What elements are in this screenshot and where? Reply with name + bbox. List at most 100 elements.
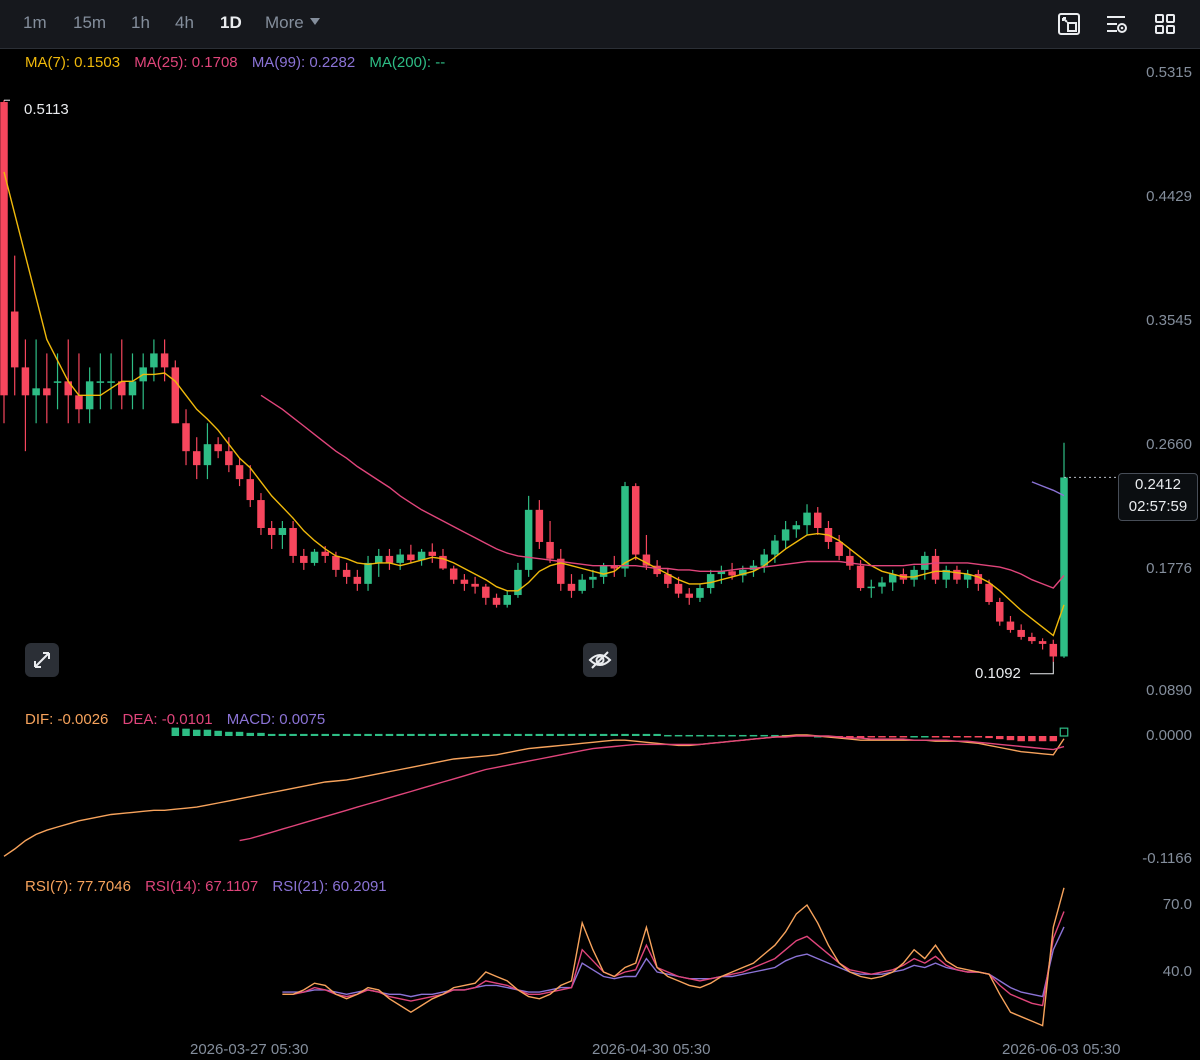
macd-histogram-bar	[439, 733, 447, 736]
macd-histogram-bar	[492, 733, 501, 736]
macd-histogram-bar	[557, 733, 565, 736]
dif-line	[3, 734, 1065, 857]
candle-body	[171, 367, 180, 424]
rsi-axis-tick: 40.0	[1162, 963, 1192, 980]
macd-histogram-bar	[653, 733, 661, 736]
macd-histogram-bar	[278, 733, 287, 736]
more-timeframes-dropdown[interactable]: More	[265, 13, 320, 33]
candle-body	[43, 388, 51, 396]
candle-body	[96, 381, 105, 383]
candle-body	[321, 551, 329, 556]
candle-body	[449, 568, 458, 580]
eye-off-icon	[588, 651, 612, 669]
macd-histogram-bar	[546, 733, 554, 736]
macd-histogram-bar	[332, 733, 340, 736]
low-marker-line	[1030, 661, 1054, 675]
macd-histogram-bar	[1049, 736, 1058, 742]
macd-histogram-bar	[760, 734, 768, 737]
candle-body	[385, 555, 394, 563]
chart-canvas[interactable]	[0, 48, 1120, 1048]
candle-body	[781, 529, 790, 541]
candle-body	[1028, 636, 1036, 642]
timeframe-4h[interactable]: 4h	[175, 13, 194, 33]
candle-body	[728, 571, 736, 576]
candle-body	[75, 395, 83, 410]
macd-histogram-bar	[674, 734, 683, 737]
macd-histogram-bar	[578, 733, 586, 736]
macd-histogram-bar	[631, 733, 640, 736]
fullscreen-icon[interactable]	[1057, 12, 1081, 36]
current-price-tag: 0.2412 02:57:59	[1118, 473, 1198, 521]
candle-body	[21, 367, 30, 396]
macd-histogram-bar	[963, 736, 972, 738]
expand-chart-button[interactable]	[25, 643, 59, 677]
indicator-settings-icon[interactable]	[1105, 12, 1129, 36]
macd-histogram-bar	[428, 733, 437, 736]
layout-grid-icon[interactable]	[1153, 12, 1177, 36]
macd-histogram-bar	[524, 733, 533, 736]
macd-histogram-bar	[1006, 736, 1015, 741]
macd-histogram-bar	[385, 733, 394, 736]
candle-body	[257, 500, 265, 528]
timeframe-1d[interactable]: 1D	[220, 13, 242, 33]
candle-body	[631, 486, 640, 555]
macd-histogram-bar	[353, 733, 362, 736]
candle-body	[996, 602, 1004, 622]
timeframe-1h[interactable]: 1h	[131, 13, 150, 33]
price-axis-tick: 0.3545	[1146, 312, 1192, 329]
candle-body	[878, 582, 886, 587]
candle-body	[246, 479, 255, 501]
candle-body	[1038, 641, 1047, 644]
macd-histogram-bar	[482, 733, 490, 736]
candle-body	[492, 597, 501, 605]
macd-histogram-bar	[289, 733, 297, 736]
candle-body	[278, 527, 287, 535]
macd-histogram-bar	[246, 732, 255, 736]
rsi-axis-tick: 70.0	[1162, 896, 1192, 913]
candle-countdown: 02:57:59	[1128, 498, 1188, 515]
macd-histogram-bar	[192, 729, 201, 736]
macd-histogram-bar	[696, 734, 704, 737]
macd-axis-tick: -0.1166	[1142, 850, 1192, 867]
macd-histogram-bar	[717, 734, 726, 737]
candle-body	[599, 565, 608, 577]
macd-histogram-bar	[364, 733, 372, 736]
macd-histogram-bar	[728, 734, 736, 737]
macd-histogram-bar	[214, 730, 222, 736]
candle-body	[813, 512, 822, 528]
more-label: More	[265, 13, 304, 32]
candle-body	[535, 509, 544, 542]
macd-histogram-bar	[685, 734, 693, 737]
macd-histogram-bar	[610, 733, 619, 736]
macd-histogram-bar	[974, 736, 983, 738]
hide-indicators-button[interactable]	[583, 643, 617, 677]
price-axis-tick: 0.1776	[1146, 560, 1192, 577]
candle-body	[203, 444, 212, 466]
candle-body	[53, 381, 62, 383]
candle-body	[364, 562, 372, 584]
candle-body	[953, 569, 961, 580]
candle-body	[546, 541, 554, 559]
candle-body	[846, 555, 854, 566]
macd-histogram-bar	[888, 736, 897, 738]
macd-histogram-bar	[407, 733, 415, 736]
price-axis-tick: 0.2660	[1146, 436, 1192, 453]
candle-body	[182, 423, 190, 452]
timeframe-toolbar: 1m 15m 1h 4h 1D More	[0, 0, 1200, 49]
macd-histogram-bar	[621, 733, 629, 736]
macd-histogram-bar	[171, 727, 180, 736]
macd-histogram-bar	[996, 736, 1004, 740]
candle-body	[460, 579, 469, 584]
macd-histogram-bar	[921, 736, 929, 738]
macd-histogram-bar	[267, 733, 276, 736]
timeframe-1m[interactable]: 1m	[23, 13, 47, 33]
candle-body	[685, 593, 693, 598]
timeframe-15m[interactable]: 15m	[73, 13, 106, 33]
candle-body	[696, 588, 704, 598]
candle-body	[1017, 629, 1025, 637]
price-axis-tick: 0.0890	[1146, 682, 1192, 699]
candle-body	[428, 551, 437, 556]
dea-line	[239, 735, 1065, 842]
candle-body	[482, 586, 490, 598]
candle-body	[910, 569, 918, 580]
